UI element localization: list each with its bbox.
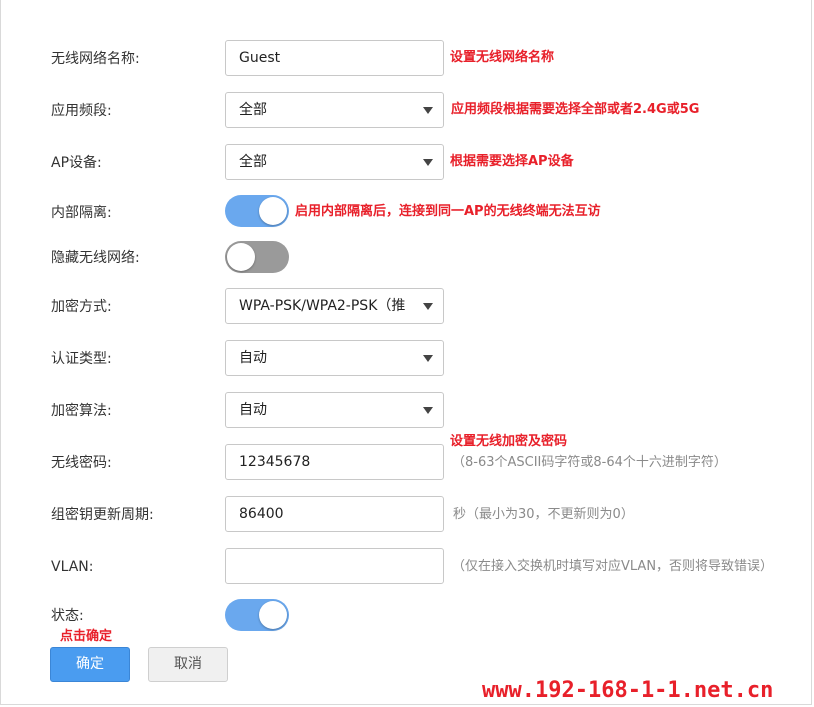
password-annotation: 设置无线加密及密码 [450, 434, 568, 449]
ssid-value: Guest [239, 50, 281, 66]
toggle-knob [227, 243, 255, 271]
status-label: 状态: [51, 608, 84, 624]
click-confirm-annotation: 点击确定 [60, 629, 113, 644]
password-input[interactable]: 12345678 [225, 444, 444, 480]
watermark: www.192-168-1-1.net.cn [482, 678, 774, 703]
vlan-label: VLAN: [51, 559, 94, 575]
encryption-value: WPA-PSK/WPA2-PSK（推 [239, 298, 406, 314]
status-toggle[interactable] [225, 599, 289, 631]
band-select[interactable]: 全部 [225, 92, 444, 128]
toggle-knob [259, 601, 287, 629]
password-value: 12345678 [239, 454, 311, 470]
rekey-value: 86400 [239, 506, 284, 522]
rekey-input[interactable]: 86400 [225, 496, 444, 532]
hidden-label: 隐藏无线网络: [51, 250, 140, 266]
algorithm-value: 自动 [239, 402, 267, 418]
auth-select[interactable]: 自动 [225, 340, 444, 376]
password-label: 无线密码: [51, 455, 112, 471]
ap-value: 全部 [239, 154, 267, 170]
password-hint: （8-63个ASCII码字符或8-64个十六进制字符） [452, 455, 727, 470]
rekey-label: 组密钥更新周期: [51, 507, 154, 523]
chevron-down-icon [423, 303, 433, 310]
isolation-toggle[interactable] [225, 195, 289, 227]
isolation-annotation: 启用内部隔离后，连接到同一AP的无线终端无法互访 [295, 204, 601, 219]
ap-select[interactable]: 全部 [225, 144, 444, 180]
algorithm-label: 加密算法: [51, 403, 112, 419]
ap-annotation: 根据需要选择AP设备 [450, 154, 574, 169]
band-label: 应用频段: [51, 103, 112, 119]
ssid-annotation: 设置无线网络名称 [450, 50, 555, 65]
auth-value: 自动 [239, 350, 267, 366]
chevron-down-icon [423, 407, 433, 414]
encryption-label: 加密方式: [51, 299, 112, 315]
vlan-hint: （仅在接入交换机时填写对应VLAN，否则将导致错误） [452, 559, 774, 574]
hidden-toggle[interactable] [225, 241, 289, 273]
confirm-button[interactable]: 确定 [50, 647, 130, 682]
rekey-hint: 秒（最小为30，不更新则为0） [453, 507, 634, 522]
chevron-down-icon [423, 107, 433, 114]
toggle-knob [259, 197, 287, 225]
vlan-input[interactable] [225, 548, 444, 584]
ap-label: AP设备: [51, 155, 102, 171]
ssid-input[interactable]: Guest [225, 40, 444, 76]
chevron-down-icon [423, 355, 433, 362]
band-annotation: 应用频段根据需要选择全部或者2.4G或5G [451, 102, 700, 117]
band-value: 全部 [239, 102, 267, 118]
ssid-label: 无线网络名称: [51, 51, 140, 67]
encryption-select[interactable]: WPA-PSK/WPA2-PSK（推 [225, 288, 444, 324]
auth-label: 认证类型: [51, 351, 112, 367]
chevron-down-icon [423, 159, 433, 166]
isolation-label: 内部隔离: [51, 205, 112, 221]
cancel-button[interactable]: 取消 [148, 647, 228, 682]
algorithm-select[interactable]: 自动 [225, 392, 444, 428]
